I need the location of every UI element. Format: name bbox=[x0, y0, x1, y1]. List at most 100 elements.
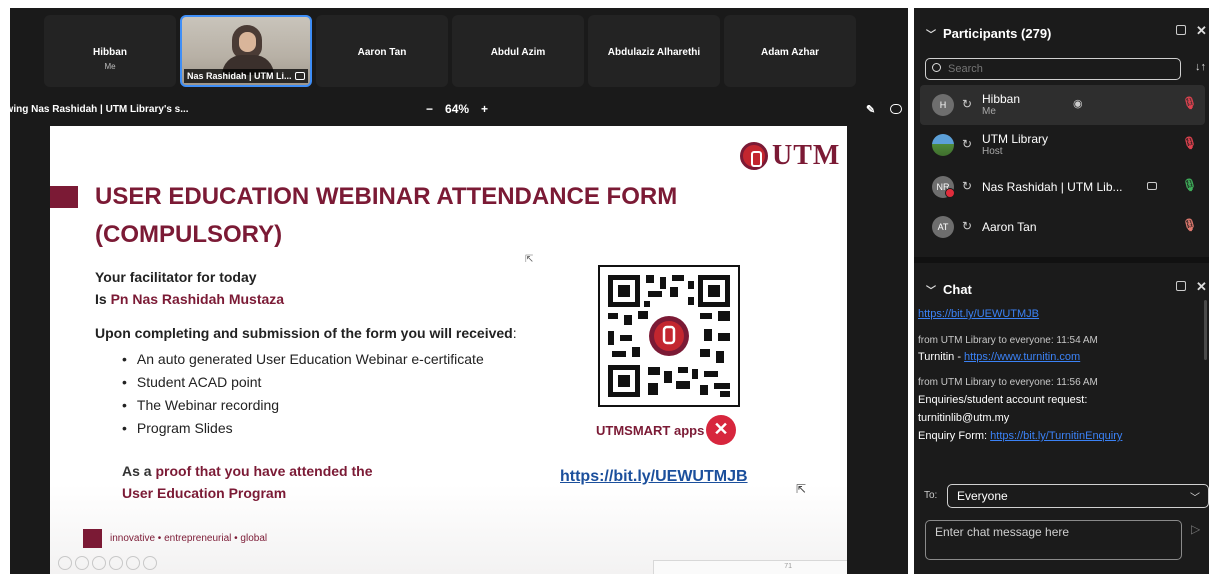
video-tile-hibban[interactable]: Hibban Me bbox=[44, 15, 176, 87]
tile-name: Nas Rashidah | UTM Li... bbox=[187, 71, 292, 81]
camera-icon[interactable] bbox=[1147, 182, 1157, 190]
slide-footer-tagline: innovative • entrepreneurial • global bbox=[110, 533, 268, 544]
tile-label: Nas Rashidah | UTM Li... bbox=[184, 69, 308, 83]
participant-name: Hibban bbox=[982, 92, 1021, 106]
webex-meeting-window: Hibban Me Nas Rashidah | UTM Li... Aaron… bbox=[0, 0, 1209, 574]
zoom-control: −64% + bbox=[420, 102, 494, 116]
chevron-down-icon[interactable]: ﹀ bbox=[926, 282, 936, 297]
share-toolbar: ewing Nas Rashidah | UTM Library's s... … bbox=[10, 100, 908, 122]
facilitator-name: Pn Nas Rashidah Mustaza bbox=[110, 291, 285, 307]
mic-live-icon[interactable]: 🎙︎ bbox=[1182, 178, 1197, 192]
chat-message: turnitinlib@utm.my bbox=[918, 412, 1010, 424]
participant-name: UTM Library bbox=[982, 132, 1049, 146]
slide-page-number: 71 bbox=[653, 560, 847, 574]
tile-name: Aaron Tan bbox=[357, 47, 407, 58]
list-item: An auto generated User Education Webinar… bbox=[122, 348, 484, 371]
participant-row[interactable]: NR ↻ Nas Rashidah | UTM Lib... 🎙︎ bbox=[920, 167, 1205, 207]
panel-divider bbox=[914, 257, 1209, 263]
main-stage: Hibban Me Nas Rashidah | UTM Li... Aaron… bbox=[10, 8, 908, 574]
chat-messages: https://bit.ly/UEWUTMJB from UTM Library… bbox=[914, 300, 1209, 465]
reaction-icon[interactable] bbox=[890, 104, 902, 114]
video-tile-nas-rashidah[interactable]: Nas Rashidah | UTM Li... bbox=[180, 15, 312, 87]
chat-link[interactable]: https://bit.ly/UEWUTMJB bbox=[918, 308, 1039, 320]
recipient-value: Everyone bbox=[957, 489, 1008, 503]
tile-name: Abdulaziz Alharethi bbox=[607, 47, 701, 58]
shared-slide: USER EDUCATION WEBINAR ATTENDANCE FORM (… bbox=[50, 126, 847, 574]
chat-msg-prefix: Enquiry Form: bbox=[918, 430, 991, 442]
proof-a: As a bbox=[122, 463, 156, 479]
zoom-in-button[interactable]: + bbox=[481, 102, 488, 116]
search-icon bbox=[932, 63, 941, 72]
slide-title: USER EDUCATION WEBINAR ATTENDANCE FORM (… bbox=[95, 183, 678, 248]
list-item: The Webinar recording bbox=[122, 394, 484, 417]
participants-header: ﹀ Participants (279) ✕ bbox=[914, 18, 1209, 48]
title-accent-bar bbox=[50, 186, 78, 208]
chat-message: Enquiries/student account request: bbox=[918, 394, 1088, 406]
chat-link[interactable]: https://www.turnitin.com bbox=[964, 351, 1080, 363]
slide-tool-icon[interactable] bbox=[75, 556, 89, 570]
annotate-icon[interactable]: ✎ bbox=[866, 103, 875, 116]
mouse-cursor-icon: ⇱ bbox=[796, 482, 807, 496]
video-tile-aaron-tan[interactable]: Aaron Tan bbox=[316, 15, 448, 87]
slide-tools bbox=[58, 556, 160, 572]
chat-link[interactable]: https://bit.ly/TurnitinEnquiry bbox=[990, 430, 1122, 442]
presenter-face bbox=[239, 32, 256, 52]
zoom-out-button[interactable]: − bbox=[426, 102, 433, 116]
tile-sub: Me bbox=[104, 62, 116, 71]
facilitator-name-line: Is Pn Nas Rashidah Mustaza bbox=[95, 291, 284, 307]
tile-name: Hibban bbox=[93, 47, 127, 58]
recipient-select[interactable]: Everyone ﹀ bbox=[947, 484, 1209, 508]
send-icon[interactable]: ▷ bbox=[1191, 522, 1200, 536]
chevron-down-icon: ﹀ bbox=[1190, 493, 1200, 504]
close-icon[interactable]: ✕ bbox=[1196, 279, 1207, 295]
participant-row[interactable]: H ↻ Hibban Me ◉ 🎙︎ bbox=[920, 85, 1205, 125]
proof-c: User Education Program bbox=[122, 485, 287, 501]
utmsmart-label: UTMSMART apps bbox=[596, 423, 705, 438]
avatar: NR bbox=[932, 176, 955, 198]
mic-muted-icon[interactable]: 🎙︎ bbox=[1182, 136, 1197, 150]
video-tile-abdulaziz-alharethi[interactable]: Abdulaziz Alharethi bbox=[588, 15, 720, 87]
facilitator-prefix: Is bbox=[95, 291, 111, 307]
participant-search-input[interactable] bbox=[948, 61, 1173, 77]
participant-row[interactable]: AT ↻ Aaron Tan 🎙︎ bbox=[920, 207, 1205, 247]
chat-scrollbar[interactable] bbox=[1204, 300, 1207, 360]
sort-icon[interactable]: ↓↑ bbox=[1195, 61, 1206, 73]
benefits-intro-colon: : bbox=[512, 325, 517, 341]
close-icon[interactable]: ✕ bbox=[1196, 23, 1207, 39]
list-item: Student ACAD point bbox=[122, 371, 484, 394]
avatar: H bbox=[932, 94, 954, 116]
slide-tool-icon[interactable] bbox=[126, 556, 140, 570]
pin-icon[interactable] bbox=[294, 72, 305, 80]
chat-message: Enquiry Form: https://bit.ly/TurnitinEnq… bbox=[918, 430, 1122, 442]
participant-search-box bbox=[925, 58, 1181, 80]
mic-muted-icon[interactable]: 🎙︎ bbox=[1182, 96, 1197, 110]
slide-tool-icon[interactable] bbox=[58, 556, 72, 570]
participant-name: Aaron Tan bbox=[982, 220, 1037, 234]
chat-message: Turnitin - https://www.turnitin.com bbox=[918, 351, 1080, 363]
participant-row[interactable]: ↻ UTM Library Host 🎙︎ bbox=[920, 125, 1205, 165]
benefits-list: An auto generated User Education Webinar… bbox=[122, 348, 484, 440]
avatar: AT bbox=[932, 216, 954, 238]
popout-icon[interactable] bbox=[1176, 25, 1186, 35]
mic-icon[interactable]: 🎙︎ bbox=[1182, 218, 1197, 232]
chat-link-line: https://bit.ly/UEWUTMJB bbox=[918, 308, 1039, 320]
tile-name: Adam Azhar bbox=[761, 47, 819, 58]
to-label: To: bbox=[924, 490, 938, 501]
chat-meta: from UTM Library to everyone: 11:54 AM bbox=[918, 335, 1098, 346]
attendance-form-link[interactable]: https://bit.ly/UEWUTMJB bbox=[560, 468, 748, 486]
viewing-label: ewing Nas Rashidah | UTM Library's s... bbox=[10, 104, 189, 115]
chat-meta: from UTM Library to everyone: 11:56 AM bbox=[918, 377, 1098, 388]
video-tile-abdul-azim[interactable]: Abdul Azim bbox=[452, 15, 584, 87]
slide-tool-icon[interactable] bbox=[109, 556, 123, 570]
chevron-down-icon[interactable]: ﹀ bbox=[926, 26, 936, 41]
participant-name: Nas Rashidah | UTM Lib... bbox=[982, 180, 1123, 194]
chat-title: Chat bbox=[943, 282, 972, 297]
popout-icon[interactable] bbox=[1176, 281, 1186, 291]
mouse-cursor-icon: ⇱ bbox=[525, 254, 534, 265]
slide-tool-icon[interactable] bbox=[92, 556, 106, 570]
sync-icon: ↻ bbox=[962, 219, 973, 233]
chat-message-input[interactable] bbox=[925, 520, 1182, 560]
video-tile-adam-azhar[interactable]: Adam Azhar bbox=[724, 15, 856, 87]
facilitator-label: Your facilitator for today bbox=[95, 269, 257, 285]
slide-tool-icon[interactable] bbox=[143, 556, 157, 570]
